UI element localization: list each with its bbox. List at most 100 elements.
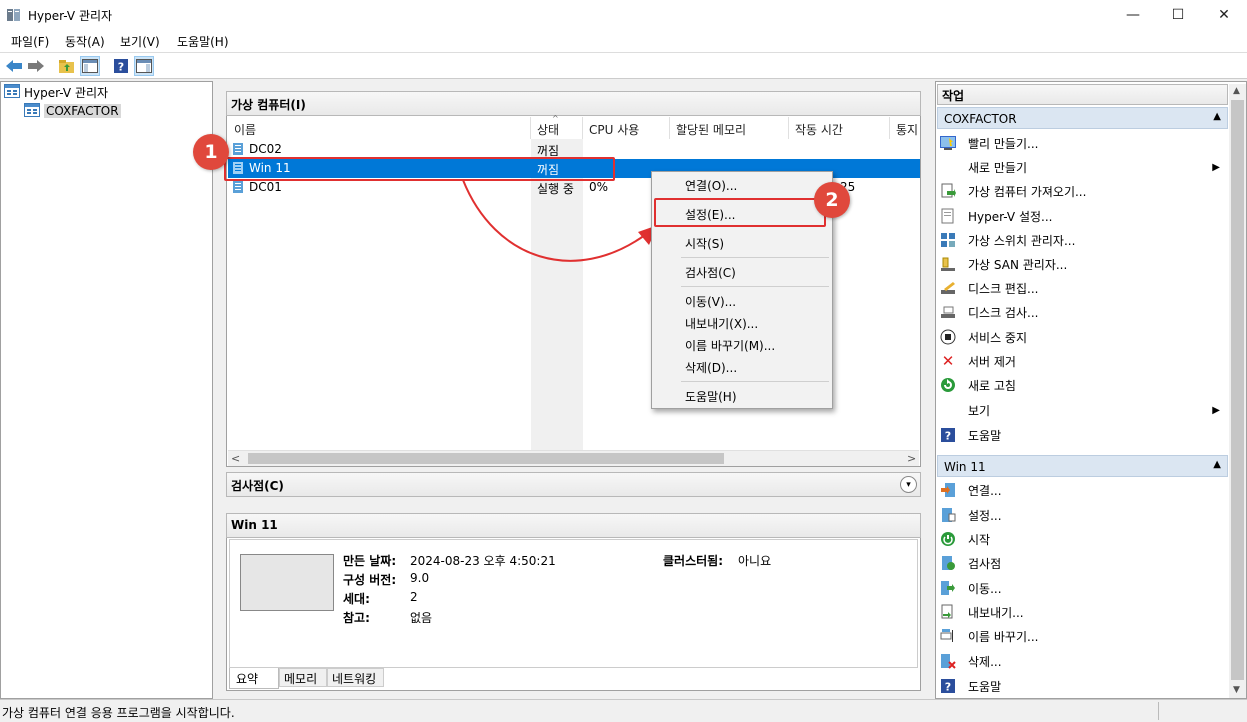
column-divider xyxy=(582,117,583,139)
ctx-delete[interactable]: 삭제(D)... xyxy=(685,359,737,376)
clustered-value: 아니요 xyxy=(738,554,772,568)
action-label: 새로 만들기 xyxy=(968,160,1028,175)
ctx-connect[interactable]: 연결(O)... xyxy=(685,177,737,194)
step-badge-2: 2 xyxy=(814,182,850,218)
group-label: COXFACTOR xyxy=(944,112,1017,126)
action-start[interactable]: 시작 xyxy=(940,527,1226,551)
column-memory[interactable]: 할당된 메모리 xyxy=(676,121,746,138)
actions-group-server[interactable]: COXFACTOR ▲ xyxy=(937,107,1228,129)
action-connect[interactable]: 연결... xyxy=(940,478,1226,502)
move-icon xyxy=(940,580,956,596)
actions-title: 작업 xyxy=(937,84,1228,105)
action-export[interactable]: 내보내기... xyxy=(940,600,1226,624)
menu-file[interactable]: 파일(F) xyxy=(9,33,51,50)
column-notes[interactable]: 통지 xyxy=(896,121,918,138)
back-arrow-icon[interactable] xyxy=(4,56,24,76)
action-refresh[interactable]: 새로 고침 xyxy=(940,373,1226,397)
vm-thumbnail[interactable] xyxy=(240,554,334,611)
hyperv-manager-icon xyxy=(4,83,20,102)
vm-icon xyxy=(232,180,244,197)
annotation-arrow xyxy=(462,179,658,262)
title-bar: Hyper-V 관리자 — ☐ ✕ xyxy=(0,0,1247,30)
close-button[interactable]: ✕ xyxy=(1201,0,1247,30)
action-virtual-san[interactable]: 가상 SAN 관리자... xyxy=(940,252,1226,276)
virtual-switch-icon xyxy=(940,232,956,248)
status-divider xyxy=(1158,702,1159,720)
menu-help[interactable]: 도움말(H) xyxy=(175,33,231,50)
tree-server-coxfactor[interactable]: COXFACTOR xyxy=(24,102,121,120)
collapse-up-icon[interactable]: ▲ xyxy=(1213,459,1221,470)
column-divider xyxy=(889,117,890,139)
highlight-box-settings xyxy=(654,198,826,227)
menu-action[interactable]: 동작(A) xyxy=(63,33,107,50)
action-new[interactable]: 새로 만들기 ▶ xyxy=(940,155,1226,179)
ctx-start[interactable]: 시작(S) xyxy=(685,235,724,252)
action-remove-server[interactable]: ✕ 서버 제거 xyxy=(940,349,1226,373)
action-hyperv-settings[interactable]: Hyper-V 설정... xyxy=(940,204,1226,228)
tree-server-label: COXFACTOR xyxy=(44,104,121,118)
created-value: 2024-08-23 오후 4:50:21 xyxy=(410,554,556,568)
action-view[interactable]: 보기 ▶ xyxy=(940,398,1226,422)
column-name[interactable]: 이름 xyxy=(234,121,256,138)
submenu-arrow-icon: ▶ xyxy=(1212,404,1220,416)
ctx-rename[interactable]: 이름 바꾸기(M)... xyxy=(685,337,775,354)
up-folder-icon[interactable] xyxy=(57,56,77,76)
collapse-up-icon[interactable]: ▲ xyxy=(1213,111,1221,122)
ctx-checkpoint[interactable]: 검사점(C) xyxy=(685,264,736,281)
action-label: 서비스 중지 xyxy=(968,330,1028,345)
scroll-down-icon[interactable]: ▼ xyxy=(1233,685,1240,695)
column-cpu[interactable]: CPU 사용 xyxy=(589,121,639,138)
actions-group-vm[interactable]: Win 11 ▲ xyxy=(937,455,1228,477)
show-hide-tree-icon[interactable] xyxy=(80,56,100,76)
vm-name: DC01 xyxy=(249,180,282,194)
action-rename[interactable]: 이름 바꾸기... xyxy=(940,624,1226,648)
action-inspect-disk[interactable]: 디스크 검사... xyxy=(940,300,1226,324)
column-uptime[interactable]: 작동 시간 xyxy=(795,121,843,138)
toolbar: ? xyxy=(0,52,1247,79)
action-quick-create[interactable]: 빨리 만들기... xyxy=(940,131,1226,155)
group-label: Win 11 xyxy=(944,460,986,474)
action-move[interactable]: 이동... xyxy=(940,576,1226,600)
action-label: 디스크 검사... xyxy=(968,305,1039,320)
action-stop-service[interactable]: 서비스 중지 xyxy=(940,325,1226,349)
column-divider xyxy=(530,117,531,139)
action-label: 삭제... xyxy=(968,654,1002,669)
action-delete[interactable]: 삭제... xyxy=(940,649,1226,673)
svg-text:?: ? xyxy=(118,61,124,74)
action-checkpoint[interactable]: 검사점 xyxy=(940,551,1226,575)
maximize-button[interactable]: ☐ xyxy=(1155,0,1201,30)
action-edit-disk[interactable]: 디스크 편집... xyxy=(940,276,1226,300)
blank-icon xyxy=(940,402,956,418)
column-state[interactable]: 상태 xyxy=(537,121,559,138)
expand-chevron-icon[interactable]: ▾ xyxy=(900,476,917,493)
refresh-icon xyxy=(940,377,956,393)
action-help-server[interactable]: ? 도움말 xyxy=(940,423,1226,447)
scroll-left-icon[interactable]: < xyxy=(231,452,240,465)
ctx-move[interactable]: 이동(V)... xyxy=(685,293,736,310)
show-hide-actions-icon[interactable] xyxy=(134,56,154,76)
hyperv-settings-icon xyxy=(940,208,956,224)
tree-root-hyperv-manager[interactable]: Hyper-V 관리자 xyxy=(4,83,108,101)
help-toolbar-icon[interactable]: ? xyxy=(111,56,131,76)
details-panel-title: Win 11 xyxy=(226,513,921,538)
action-help-vm[interactable]: ? 도움말 xyxy=(940,674,1226,698)
ctx-export[interactable]: 내보내기(X)... xyxy=(685,315,758,332)
ctx-help[interactable]: 도움말(H) xyxy=(685,388,737,405)
vm-column-header: 이름 상태 ^ CPU 사용 할당된 메모리 작동 시간 통지 xyxy=(227,114,919,139)
menu-view[interactable]: 보기(V) xyxy=(118,33,162,50)
svg-text:?: ? xyxy=(945,681,951,694)
scroll-right-icon[interactable]: > xyxy=(907,452,916,465)
scroll-up-icon[interactable]: ▲ xyxy=(1233,86,1240,96)
action-settings[interactable]: 설정... xyxy=(940,503,1226,527)
minimize-button[interactable]: — xyxy=(1110,0,1156,30)
actions-scrollbar-thumb[interactable] xyxy=(1231,100,1244,680)
action-import-vm[interactable]: 가상 컴퓨터 가져오기... xyxy=(940,179,1226,203)
forward-arrow-icon[interactable] xyxy=(26,56,46,76)
scrollbar-thumb[interactable] xyxy=(248,453,724,464)
generation-label: 세대: xyxy=(343,592,370,606)
tab-memory[interactable]: 메모리 xyxy=(279,668,327,687)
vm-panel-title: 가상 컴퓨터(I) xyxy=(226,91,921,116)
tab-summary[interactable]: 요약 xyxy=(229,668,279,689)
tab-networking[interactable]: 네트워킹 xyxy=(327,668,384,687)
action-virtual-switch[interactable]: 가상 스위치 관리자... xyxy=(940,228,1226,252)
